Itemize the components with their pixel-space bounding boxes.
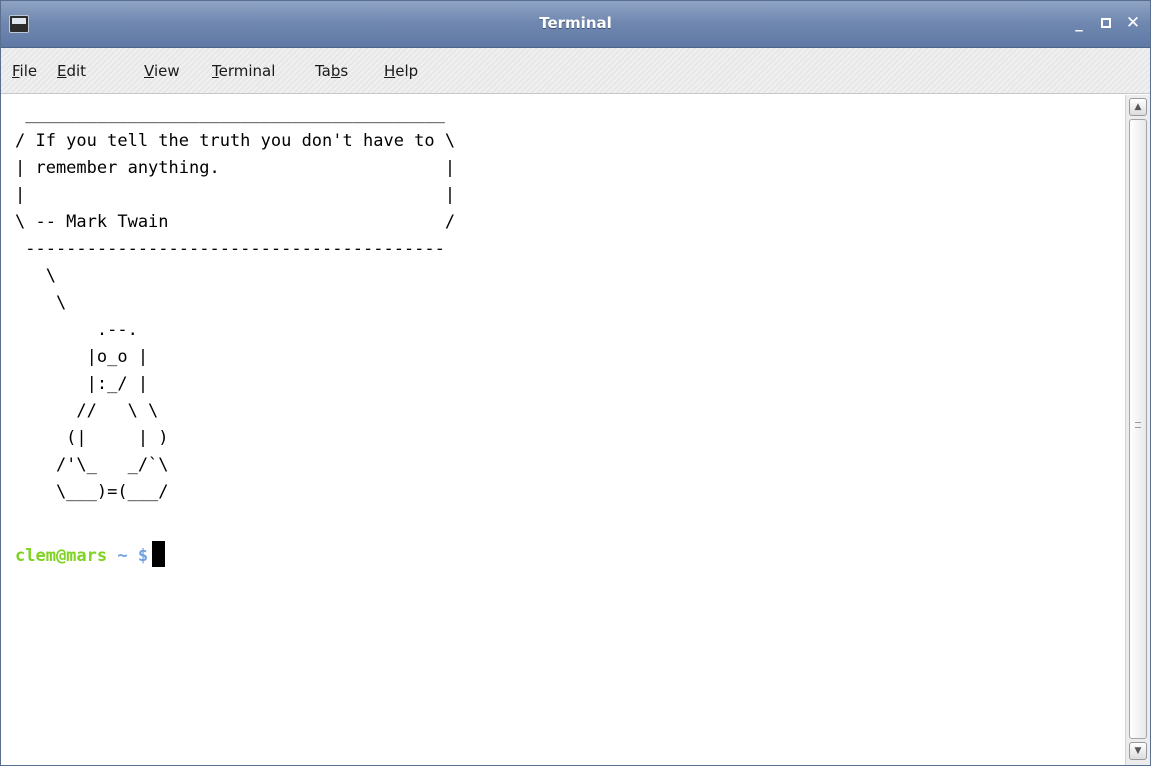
scroll-thumb[interactable] — [1129, 119, 1147, 739]
shell-prompt[interactable]: clem@mars ~ $ — [15, 541, 166, 570]
menu-help[interactable]: Help — [384, 62, 418, 80]
window-title: Terminal — [539, 14, 612, 32]
terminal-output: ________________________________________… — [15, 104, 456, 502]
prompt-user-host: clem@mars — [15, 546, 108, 566]
prompt-path: ~ — [117, 546, 128, 566]
menu-file[interactable]: File — [12, 62, 37, 80]
scroll-down-button[interactable]: ▼ — [1129, 742, 1147, 760]
grip-icon — [1135, 422, 1141, 428]
terminal-screen[interactable]: ________________________________________… — [1, 95, 1125, 765]
maximize-icon — [1101, 18, 1111, 28]
menu-view[interactable]: View — [144, 62, 180, 80]
prompt-symbol: $ — [137, 546, 149, 566]
menu-terminal[interactable]: Terminal — [212, 62, 275, 80]
menu-tabs[interactable]: Tabs — [315, 62, 348, 80]
menu-edit[interactable]: Edit — [57, 62, 86, 80]
text-cursor — [152, 541, 166, 567]
scroll-up-button[interactable]: ▲ — [1129, 98, 1147, 116]
minimize-button[interactable]: _ — [1070, 14, 1088, 32]
terminal-window: Terminal _ ✕ File Edit View Terminal Tab… — [0, 0, 1151, 766]
menu-bar: File Edit View Terminal Tabs Help — [1, 48, 1150, 94]
title-bar[interactable]: Terminal _ ✕ — [1, 1, 1150, 48]
maximize-button[interactable] — [1097, 14, 1115, 32]
vertical-scrollbar[interactable]: ▲ ▼ — [1125, 95, 1150, 765]
close-button[interactable]: ✕ — [1124, 14, 1142, 32]
